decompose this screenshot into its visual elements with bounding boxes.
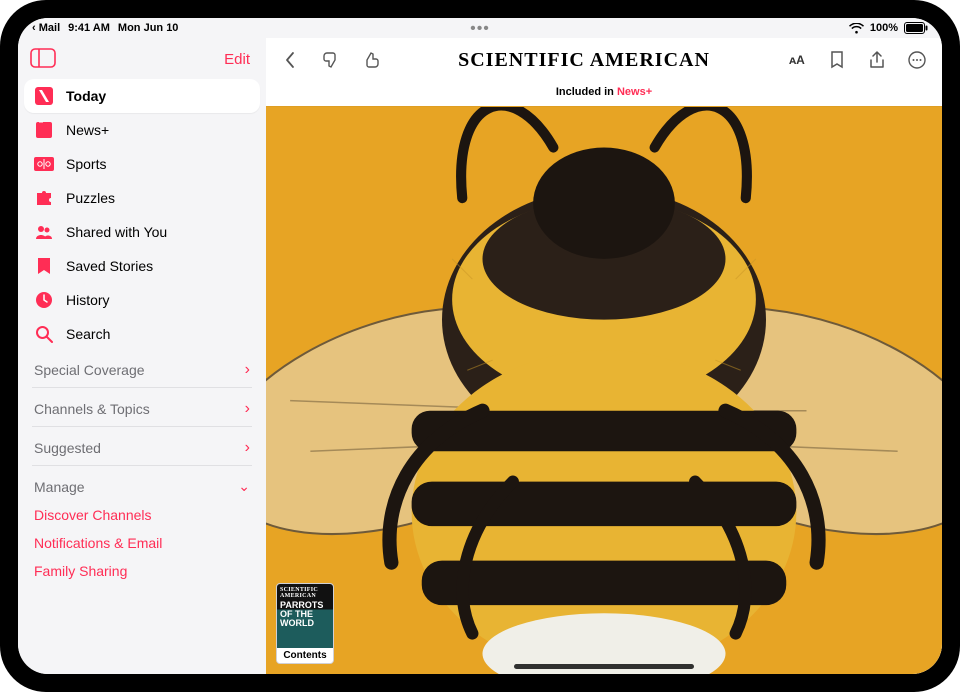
sidebar-item-search[interactable]: Search: [24, 317, 260, 351]
sidebar-group-special[interactable]: Special Coverage ›: [24, 351, 260, 385]
like-button[interactable]: [358, 47, 384, 73]
save-button[interactable]: [824, 47, 850, 73]
back-button[interactable]: [278, 47, 304, 73]
chevron-down-icon: ⌄: [238, 478, 250, 495]
issue-cover: SCIENTIFIC AMERICAN PARROTS OF THE WORLD: [277, 584, 333, 648]
group-label: Manage: [34, 479, 85, 495]
sidebar-item-label: Puzzles: [66, 190, 115, 206]
bookmark-icon: [34, 256, 54, 276]
sidebar-item-label: News+: [66, 122, 109, 138]
divider: [32, 465, 252, 466]
cover-publication: SCIENTIFIC AMERICAN: [280, 587, 330, 599]
news-icon: [34, 86, 54, 106]
dislike-button[interactable]: [318, 47, 344, 73]
sidebar-item-label: Saved Stories: [66, 258, 153, 274]
sidebar-item-saved[interactable]: Saved Stories: [24, 249, 260, 283]
manage-notifications[interactable]: Notifications & Email: [24, 529, 260, 557]
sidebar-item-today[interactable]: Today: [24, 79, 260, 113]
sidebar-group-manage[interactable]: Manage ⌄: [24, 468, 260, 501]
included-prefix: Included in: [556, 86, 617, 98]
sidebar-group-channels[interactable]: Channels & Topics ›: [24, 390, 260, 424]
sports-icon: [34, 154, 54, 174]
article-toolbar: SCIENTIFIC AMERICAN ᴀA: [266, 38, 942, 82]
search-icon: [34, 324, 54, 344]
edit-button[interactable]: Edit: [224, 51, 250, 68]
contents-button[interactable]: Contents: [277, 648, 333, 663]
sidebar-item-newsplus[interactable]: News+: [24, 113, 260, 147]
text-size-button[interactable]: ᴀA: [784, 47, 810, 73]
sidebar-item-label: History: [66, 292, 110, 308]
screen: ••• ‹ Mail 9:41 AM Mon Jun 10 100%: [18, 18, 942, 674]
article-hero-image[interactable]: SCIENTIFIC AMERICAN PARROTS OF THE WORLD…: [266, 106, 942, 674]
divider: [32, 387, 252, 388]
battery-icon: [904, 22, 928, 34]
sidebar-item-shared[interactable]: Shared with You: [24, 215, 260, 249]
included-line: Included in News+: [266, 82, 942, 106]
ipad-frame: ••• ‹ Mail 9:41 AM Mon Jun 10 100%: [0, 0, 960, 692]
more-button[interactable]: [904, 47, 930, 73]
puzzle-icon: [34, 188, 54, 208]
multitask-dots-icon[interactable]: •••: [470, 20, 490, 38]
sidebar-item-sports[interactable]: Sports: [24, 147, 260, 181]
status-date: Mon Jun 10: [118, 22, 179, 34]
chevron-right-icon: ›: [245, 400, 250, 418]
sidebar-item-label: Sports: [66, 156, 106, 172]
share-button[interactable]: [864, 47, 890, 73]
sidebar-group-suggested[interactable]: Suggested ›: [24, 429, 260, 463]
group-label: Suggested: [34, 440, 101, 456]
sidebar-item-label: Search: [66, 326, 110, 342]
manage-family-sharing[interactable]: Family Sharing: [24, 557, 260, 585]
publication-title: SCIENTIFIC AMERICAN: [458, 49, 710, 72]
sidebar-item-label: Today: [66, 88, 106, 104]
status-time: 9:41 AM: [68, 22, 110, 34]
newsplus-icon: [34, 120, 54, 140]
wifi-icon: [849, 23, 864, 34]
chevron-right-icon: ›: [245, 439, 250, 457]
home-indicator[interactable]: [514, 664, 694, 669]
sidebar-item-puzzles[interactable]: Puzzles: [24, 181, 260, 215]
cover-headline: PARROTS OF THE WORLD: [280, 601, 330, 628]
group-label: Special Coverage: [34, 362, 145, 378]
sidebar-item-label: Shared with You: [66, 224, 167, 240]
sidebar: Edit Today News+: [18, 38, 266, 674]
manage-discover[interactable]: Discover Channels: [24, 501, 260, 529]
group-label: Channels & Topics: [34, 401, 150, 417]
battery-percent: 100%: [870, 22, 898, 34]
sidebar-item-history[interactable]: History: [24, 283, 260, 317]
bee-illustration: [266, 107, 942, 674]
article-view: SCIENTIFIC AMERICAN ᴀA: [266, 38, 942, 674]
history-icon: [34, 290, 54, 310]
divider: [32, 426, 252, 427]
status-back-app[interactable]: ‹ Mail: [32, 22, 60, 34]
sidebar-toggle-icon[interactable]: [30, 48, 56, 71]
newsplus-brand: News+: [617, 86, 652, 98]
shared-icon: [34, 222, 54, 242]
chevron-right-icon: ›: [245, 361, 250, 379]
issue-thumbnail[interactable]: SCIENTIFIC AMERICAN PARROTS OF THE WORLD…: [276, 583, 334, 664]
